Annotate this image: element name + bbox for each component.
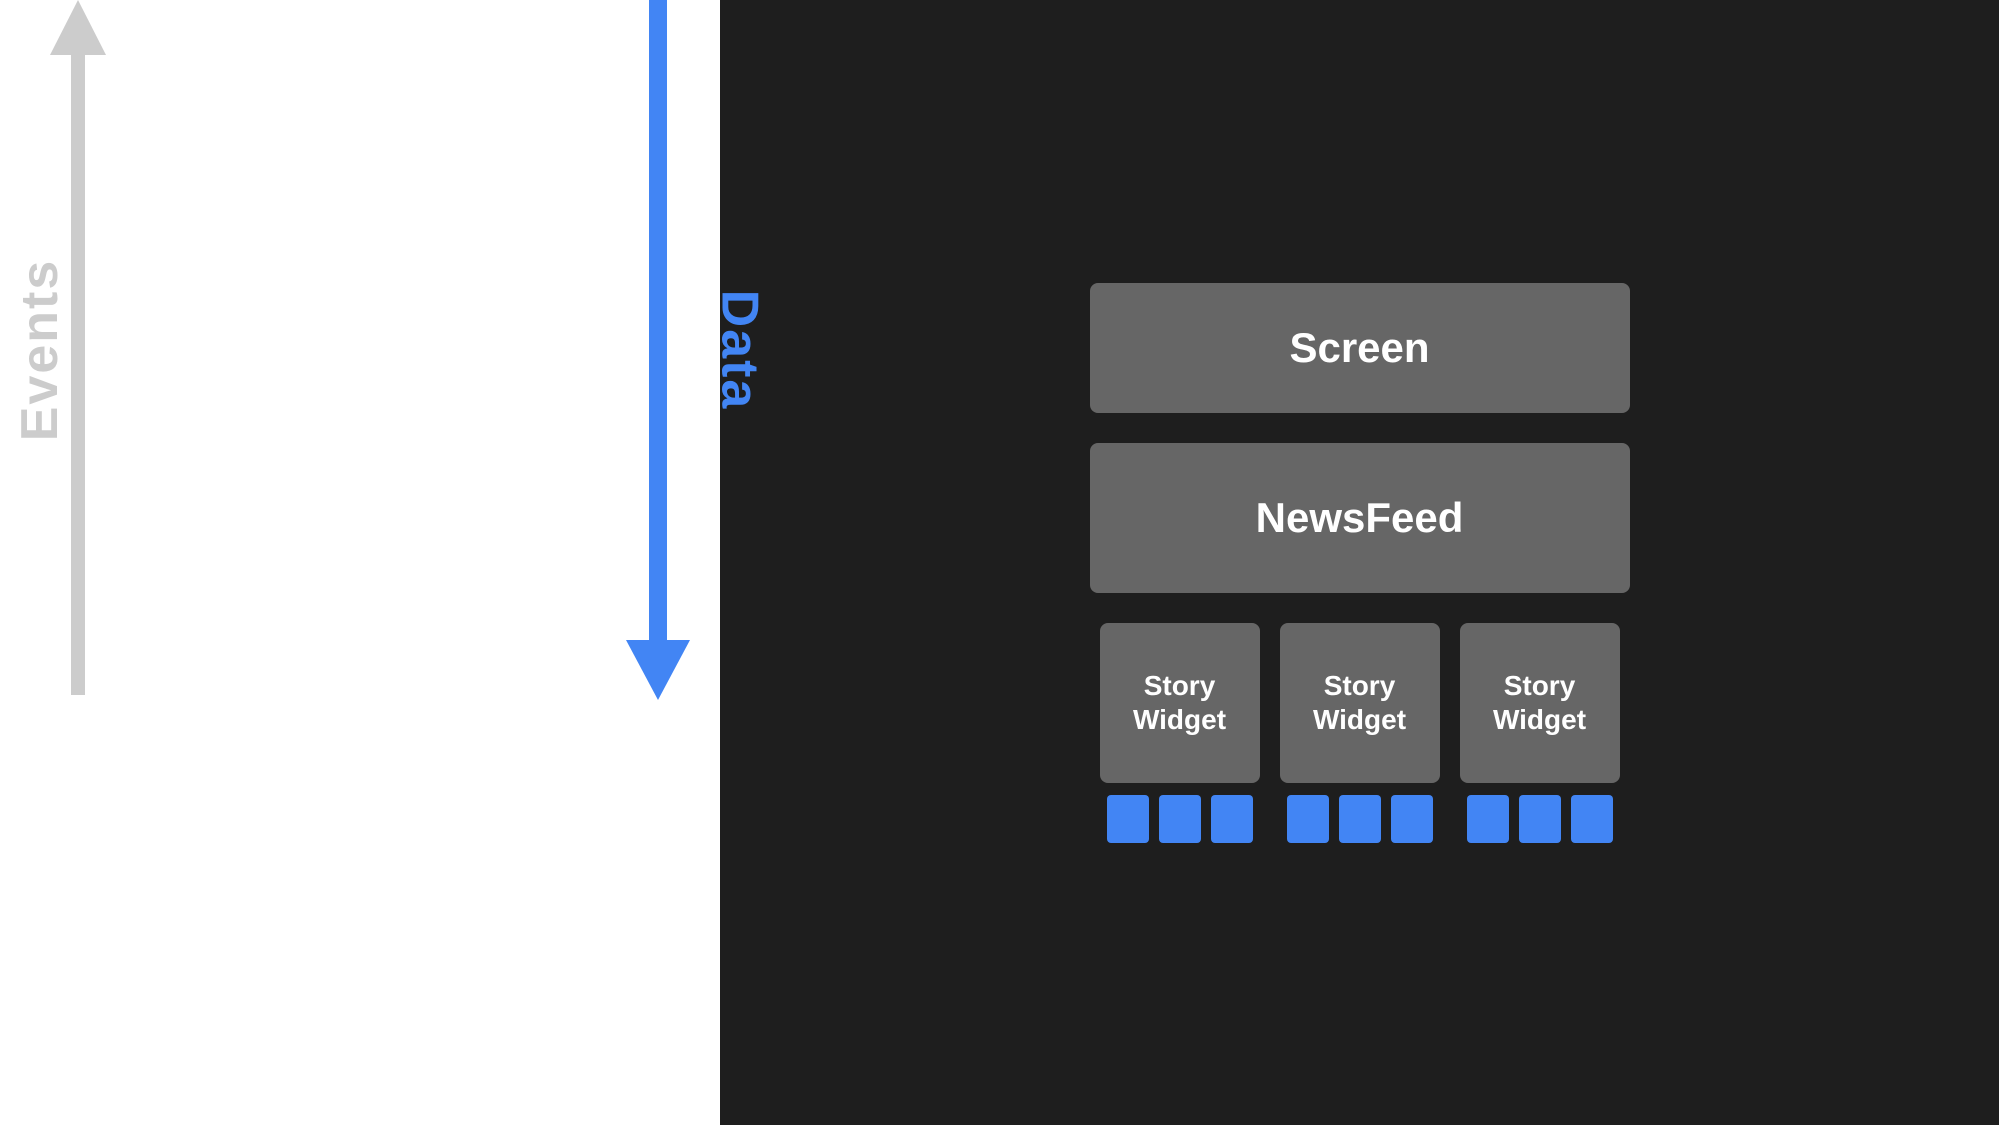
blue-square-2-3 [1391,795,1433,843]
blue-square-1-2 [1159,795,1201,843]
story-widget-label-1: StoryWidget [1133,669,1226,736]
story-widget-group-1: StoryWidget [1100,623,1260,843]
blue-square-3-1 [1467,795,1509,843]
blue-squares-1 [1107,795,1253,843]
newsfeed-label: NewsFeed [1256,494,1464,542]
right-panel: Screen NewsFeed StoryWidget StoryWidget [720,0,1999,1125]
blue-squares-3 [1467,795,1613,843]
events-label: Events [10,259,70,442]
story-widgets-row: StoryWidget StoryWidget StoryWidget [1100,623,1620,843]
blue-squares-2 [1287,795,1433,843]
data-arrow-line [649,0,667,640]
story-widget-label-3: StoryWidget [1493,669,1586,736]
story-widget-group-3: StoryWidget [1460,623,1620,843]
newsfeed-block: NewsFeed [1090,443,1630,593]
events-arrowhead [50,0,106,55]
blue-square-1-1 [1107,795,1149,843]
story-widget-block-2: StoryWidget [1280,623,1440,783]
story-widget-block-3: StoryWidget [1460,623,1620,783]
screen-label: Screen [1289,324,1429,372]
events-arrow-line [71,55,85,695]
story-widget-group-2: StoryWidget [1280,623,1440,843]
data-arrow: Data [626,0,690,700]
blue-square-1-3 [1211,795,1253,843]
data-arrowhead [626,640,690,700]
left-panel: Events Data [0,0,720,1125]
blue-square-2-1 [1287,795,1329,843]
blue-square-2-2 [1339,795,1381,843]
data-label: Data [710,290,770,411]
blue-square-3-2 [1519,795,1561,843]
story-widget-block-1: StoryWidget [1100,623,1260,783]
events-arrow: Events [50,0,106,700]
screen-block: Screen [1090,283,1630,413]
blue-square-3-3 [1571,795,1613,843]
story-widget-label-2: StoryWidget [1313,669,1406,736]
